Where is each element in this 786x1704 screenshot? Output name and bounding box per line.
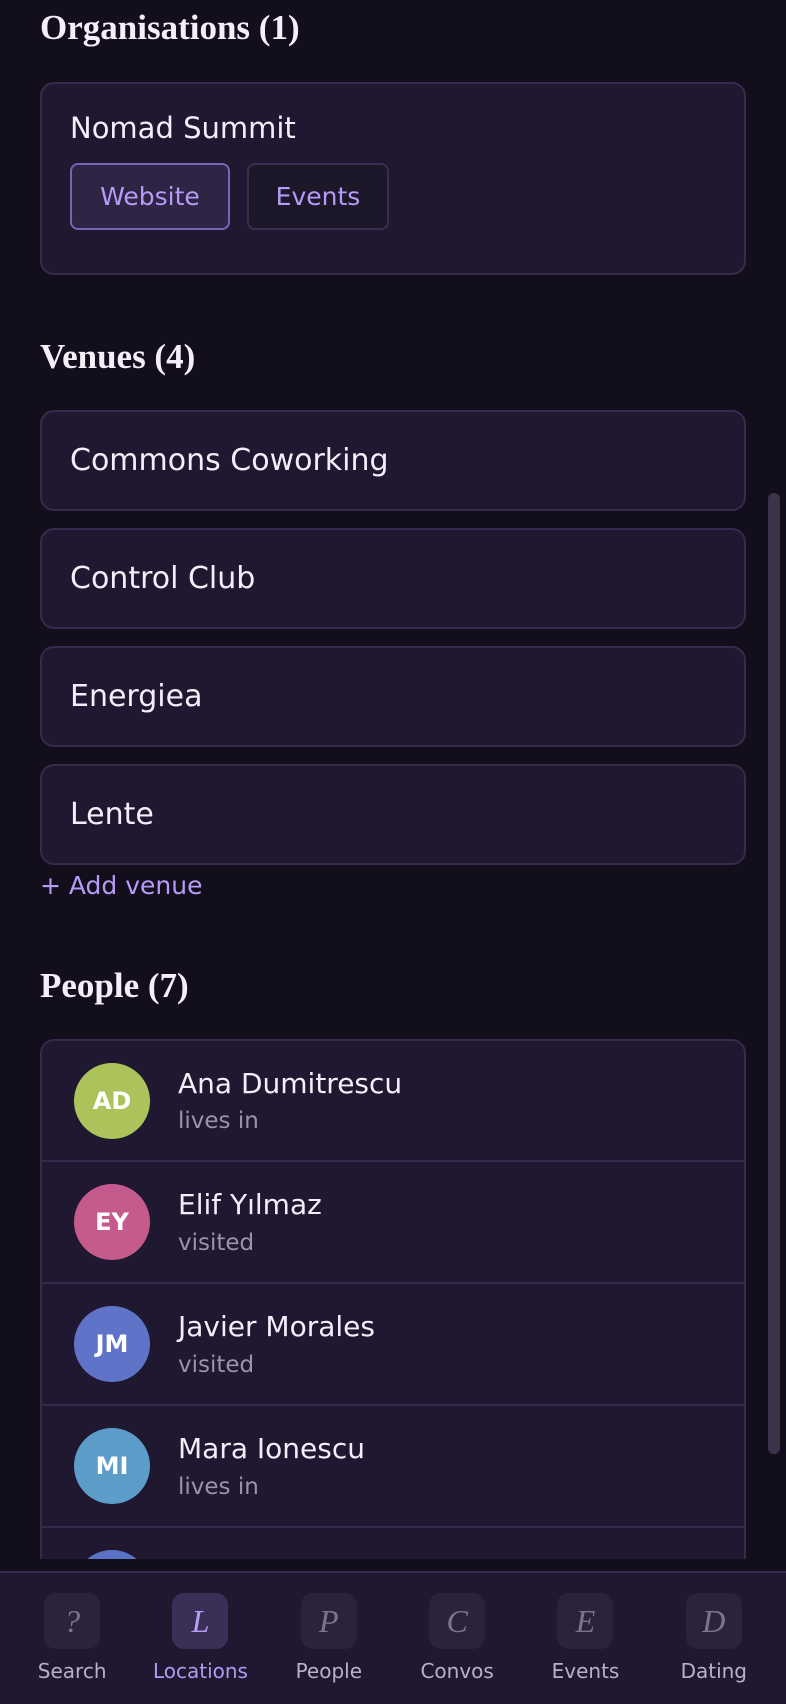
person-row[interactable]: JM Javier Morales visited <box>42 1284 744 1406</box>
person-row[interactable]: MI Mara Ionescu lives in <box>42 1406 744 1528</box>
person-relation: visited <box>178 1351 255 1378</box>
organisations-heading: Organisations (1) <box>40 8 300 47</box>
main-content: Organisations (1) Nomad Summit Website E… <box>40 0 746 1559</box>
person-text: Ana Dumitrescu lives in <box>178 1067 402 1135</box>
venues-list: Commons Coworking Control Club Energiea … <box>40 410 746 865</box>
dating-icon: D <box>685 1593 742 1649</box>
nav-item-convos[interactable]: C Convos <box>402 1573 512 1704</box>
people-heading: People (7) <box>40 966 189 1005</box>
people-icon: P <box>300 1593 357 1649</box>
events-icon: E <box>557 1593 614 1649</box>
search-icon: ? <box>44 1593 101 1649</box>
venue-card[interactable]: Energiea <box>40 646 746 747</box>
person-row[interactable]: EY Elif Yılmaz visited <box>42 1162 744 1284</box>
nav-label: Search <box>37 1659 107 1683</box>
person-name: Mara Ionescu <box>178 1432 365 1466</box>
bottom-nav: ? Search L Locations P People C Convos E… <box>0 1571 786 1704</box>
person-relation: visited <box>178 1229 255 1256</box>
venue-card[interactable]: Lente <box>40 764 746 865</box>
organisation-name: Nomad Summit <box>70 111 296 145</box>
avatar: JM <box>74 1306 150 1382</box>
venue-card[interactable]: Commons Coworking <box>40 410 746 511</box>
person-row[interactable] <box>42 1528 744 1559</box>
venue-card[interactable]: Control Club <box>40 528 746 629</box>
person-relation: lives in <box>178 1473 259 1500</box>
person-text: Javier Morales visited <box>178 1310 375 1378</box>
avatar: MI <box>74 1428 150 1504</box>
nav-item-search[interactable]: ? Search <box>17 1573 127 1704</box>
locations-icon: L <box>172 1593 229 1649</box>
person-text: Mara Ionescu lives in <box>178 1432 365 1500</box>
person-name: Ana Dumitrescu <box>178 1066 403 1100</box>
website-button[interactable]: Website <box>70 163 230 230</box>
add-venue-link[interactable]: + Add venue <box>40 873 746 898</box>
person-text: Elif Yılmaz visited <box>178 1188 322 1256</box>
convos-icon: C <box>429 1593 486 1649</box>
person-name: Elif Yılmaz <box>178 1188 322 1222</box>
organisation-card[interactable]: Nomad Summit Website Events <box>40 82 746 275</box>
nav-label: Convos <box>420 1659 494 1683</box>
nav-label: Events <box>551 1659 620 1683</box>
people-list: AD Ana Dumitrescu lives in EY Elif Yılma… <box>40 1039 746 1559</box>
nav-label: Dating <box>680 1659 748 1683</box>
scrollbar-thumb[interactable] <box>768 493 780 1454</box>
nav-item-events[interactable]: E Events <box>530 1573 640 1704</box>
nav-label: People <box>295 1659 363 1683</box>
nav-item-dating[interactable]: D Dating <box>659 1573 769 1704</box>
person-row[interactable]: AD Ana Dumitrescu lives in <box>42 1041 744 1162</box>
person-name: Javier Morales <box>178 1310 375 1344</box>
avatar: AD <box>74 1062 150 1139</box>
events-button[interactable]: Events <box>247 163 389 230</box>
nav-item-locations[interactable]: L Locations <box>145 1573 255 1704</box>
venues-heading: Venues (4) <box>40 337 196 376</box>
avatar: EY <box>74 1184 150 1260</box>
avatar <box>74 1550 150 1559</box>
nav-item-people[interactable]: P People <box>274 1573 384 1704</box>
organisation-actions: Website Events <box>70 163 716 230</box>
person-relation: lives in <box>178 1108 259 1135</box>
nav-label: Locations <box>152 1659 248 1683</box>
